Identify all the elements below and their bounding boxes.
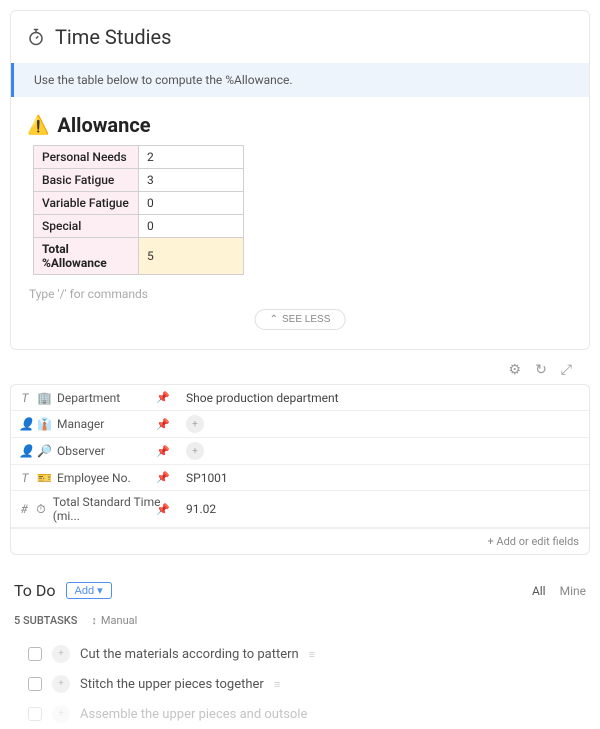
subtask-count: 5 SUBTASKS: [14, 614, 77, 627]
checkbox[interactable]: [28, 707, 42, 721]
subtask-sort[interactable]: ↕ Manual: [91, 614, 137, 627]
table-row: Variable Fatigue 0: [34, 192, 244, 215]
table-row: Personal Needs 2: [34, 146, 244, 169]
subtask-title[interactable]: Assemble the upper pieces and outsole: [80, 707, 307, 722]
badge-icon: 🎫: [37, 471, 51, 485]
todo-title: To Do: [14, 581, 56, 600]
allowance-heading-row: ⚠️ Allowance: [27, 113, 573, 137]
assignee-placeholder-icon[interactable]: +: [52, 705, 70, 723]
field-row-total-standard-time: # ⏱ Total Standard Time (mi... 📌 91.02: [11, 491, 589, 528]
drag-handle-icon[interactable]: ≡: [309, 648, 315, 661]
chevron-up-icon: ⌃: [270, 314, 278, 325]
sort-icon: ↕: [91, 614, 97, 627]
slash-command-hint[interactable]: Type '/' for commands: [29, 287, 573, 301]
field-value[interactable]: Shoe production department: [176, 387, 589, 409]
number-type-icon: #: [19, 502, 29, 516]
text-type-icon: T: [19, 471, 31, 485]
allowance-value[interactable]: 3: [139, 169, 244, 192]
stopwatch-icon: [27, 28, 45, 46]
avatar-placeholder-icon[interactable]: +: [186, 442, 204, 460]
text-type-icon: T: [19, 391, 31, 405]
card-header: Time Studies: [27, 25, 573, 49]
allowance-value[interactable]: 2: [139, 146, 244, 169]
table-row: Basic Fatigue 3: [34, 169, 244, 192]
field-toolbar: ⚙ ↻ ⤢: [10, 360, 590, 384]
checkbox[interactable]: [28, 647, 42, 661]
field-row-department: T 🏢 Department 📌 Shoe production departm…: [11, 385, 589, 411]
table-row: Special 0: [34, 215, 244, 238]
allowance-label: Basic Fatigue: [34, 169, 139, 192]
field-label: Observer: [57, 444, 105, 458]
allowance-label: Special: [34, 215, 139, 238]
allowance-heading: Allowance: [57, 113, 150, 137]
timestudies-card: Time Studies Use the table below to comp…: [10, 10, 590, 350]
field-value[interactable]: +: [176, 411, 589, 437]
field-value[interactable]: 91.02: [176, 498, 589, 520]
history-icon[interactable]: ↻: [535, 362, 547, 378]
subtask-title[interactable]: Cut the materials according to pattern: [80, 647, 299, 662]
field-label: Department: [57, 391, 120, 405]
field-row-employee-no: T 🎫 Employee No. 📌 SP1001: [11, 465, 589, 491]
pin-icon[interactable]: 📌: [156, 391, 170, 404]
allowance-value[interactable]: 0: [139, 215, 244, 238]
subtasks-meta: 5 SUBTASKS ↕ Manual: [10, 614, 590, 627]
field-value[interactable]: SP1001: [176, 467, 589, 489]
tab-all[interactable]: All: [532, 584, 546, 598]
allowance-table: Personal Needs 2 Basic Fatigue 3 Variabl…: [33, 145, 244, 275]
pin-icon[interactable]: 📌: [156, 503, 170, 516]
allowance-label: Personal Needs: [34, 146, 139, 169]
warning-icon: ⚠️: [27, 115, 49, 136]
stopwatch-icon: ⏱: [35, 502, 47, 517]
add-or-edit-fields[interactable]: + Add or edit fields: [11, 528, 589, 554]
allowance-label: Variable Fatigue: [34, 192, 139, 215]
avatar-placeholder-icon[interactable]: +: [186, 415, 204, 433]
pin-icon[interactable]: 📌: [156, 445, 170, 458]
tab-mine[interactable]: Mine: [560, 584, 586, 598]
pin-icon[interactable]: 📌: [156, 471, 170, 484]
allowance-total-label: Total %Allowance: [34, 238, 139, 275]
add-subtask-button[interactable]: Add ▾: [66, 582, 112, 599]
subtask-title[interactable]: Stitch the upper pieces together: [80, 677, 264, 692]
field-row-observer: 👤 🔎 Observer 📌 +: [11, 438, 589, 465]
page-title: Time Studies: [55, 25, 171, 49]
field-label: Total Standard Time (mi...: [53, 495, 168, 523]
drag-handle-icon[interactable]: ≡: [274, 678, 280, 691]
subtask-row[interactable]: + Cut the materials according to pattern…: [28, 639, 586, 669]
callout-info: Use the table below to compute the %Allo…: [11, 63, 589, 97]
manager-icon: 👔: [37, 417, 51, 431]
todo-header: To Do Add ▾ All Mine: [10, 581, 590, 600]
person-type-icon: 👤: [19, 417, 31, 431]
magnifier-icon: 🔎: [37, 444, 51, 458]
subtask-list: + Cut the materials according to pattern…: [10, 639, 590, 729]
table-row: Total %Allowance 5: [34, 238, 244, 275]
assignee-placeholder-icon[interactable]: +: [52, 645, 70, 663]
allowance-value[interactable]: 0: [139, 192, 244, 215]
field-label: Manager: [57, 417, 104, 431]
fields-card: T 🏢 Department 📌 Shoe production departm…: [10, 384, 590, 555]
see-less-button[interactable]: ⌃ SEE LESS: [255, 309, 346, 330]
todo-tabs: All Mine: [532, 584, 586, 598]
building-icon: 🏢: [37, 391, 51, 405]
assignee-placeholder-icon[interactable]: +: [52, 675, 70, 693]
pin-icon[interactable]: 📌: [156, 418, 170, 431]
subtask-row[interactable]: + Stitch the upper pieces together ≡: [28, 669, 586, 699]
settings-icon[interactable]: ⚙: [509, 362, 522, 378]
checkbox[interactable]: [28, 677, 42, 691]
allowance-total-value: 5: [139, 238, 244, 275]
person-type-icon: 👤: [19, 444, 31, 458]
expand-icon[interactable]: ⤢: [561, 362, 572, 378]
field-label: Employee No.: [57, 471, 131, 485]
subtask-row[interactable]: + Assemble the upper pieces and outsole: [28, 699, 586, 729]
field-value[interactable]: +: [176, 438, 589, 464]
field-row-manager: 👤 👔 Manager 📌 +: [11, 411, 589, 438]
